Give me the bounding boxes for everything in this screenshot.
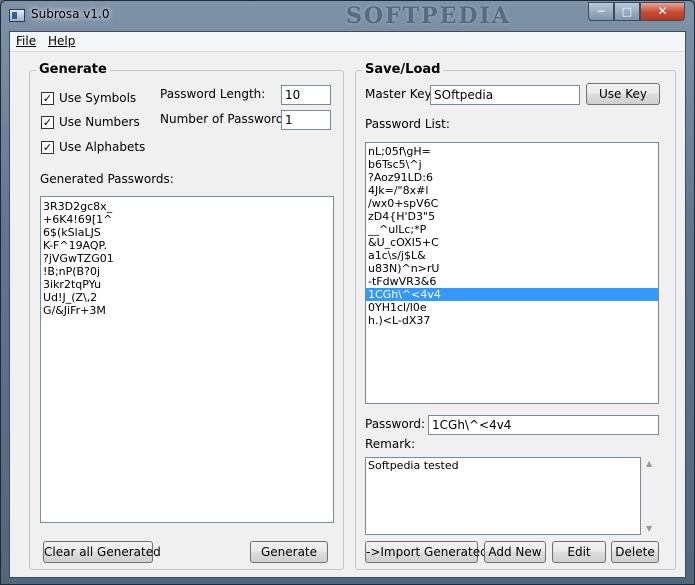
- import-generated-button[interactable]: ->Import Generated: [365, 541, 488, 563]
- list-item[interactable]: 3ikr2tqPYu: [41, 278, 333, 291]
- remark-label: Remark:: [365, 437, 416, 451]
- list-item[interactable]: __^ulLc;*P: [366, 223, 658, 236]
- clear-all-generated-button[interactable]: Clear all Generated: [43, 541, 161, 563]
- list-item[interactable]: !B;nP(B?0j: [41, 265, 333, 278]
- menu-bar: File Help: [10, 32, 685, 52]
- list-item[interactable]: Ud!J_(Z\,2: [41, 291, 333, 304]
- password-list-label: Password List:: [365, 117, 450, 131]
- password-list[interactable]: nL;05f\gH= b6Tsc5\^j ?Aoz91LD:6 4Jk=/"8x#l /…: [365, 142, 659, 404]
- list-item[interactable]: nL;05f\gH=: [366, 145, 658, 158]
- delete-button[interactable]: Delete: [611, 541, 659, 563]
- close-button[interactable]: ✕: [640, 2, 685, 21]
- password-length-input[interactable]: 10: [281, 85, 331, 105]
- check-icon: ✓: [42, 116, 53, 129]
- remark-scrollbar[interactable]: ▲ ▼: [642, 457, 659, 535]
- menu-file[interactable]: File: [16, 34, 36, 48]
- list-item[interactable]: ?jVGwTZG01: [41, 252, 333, 265]
- list-item[interactable]: 3R3D2gc8x_: [41, 200, 333, 213]
- maximize-icon: □: [621, 5, 633, 18]
- add-new-button[interactable]: Add New: [484, 541, 546, 563]
- edit-button[interactable]: Edit: [552, 541, 606, 563]
- menu-help-label: Help: [48, 34, 76, 48]
- list-item[interactable]: K-F^19AQP.: [41, 239, 333, 252]
- list-item[interactable]: &U_cOXI5+C: [366, 236, 658, 249]
- generate-group: Generate ✓ Use Symbols ✓ Use Numbers ✓ U…: [29, 62, 344, 570]
- generated-passwords-label: Generated Passwords:: [40, 172, 174, 186]
- list-item[interactable]: u83N)^n>rU: [366, 262, 658, 275]
- saveload-group: Save/Load Master Key: SOftpedia Use Key …: [355, 62, 676, 570]
- use-numbers-label: Use Numbers: [59, 115, 140, 129]
- list-item[interactable]: -tFdwVR3&6: [366, 275, 658, 288]
- close-icon: ✕: [657, 4, 668, 18]
- use-numbers-checkbox[interactable]: ✓: [41, 116, 54, 129]
- list-item[interactable]: a1c\s/j$L&: [366, 249, 658, 262]
- scroll-up-icon[interactable]: ▲: [646, 459, 652, 468]
- title-bar[interactable]: Subrosa v1.0 SOFTPEDIA ─ □ ✕: [1, 1, 694, 30]
- list-item[interactable]: zD4{H'D3"5: [366, 210, 658, 223]
- client-area: File Help Generate ✓ Use Symbols ✓ Use N…: [9, 31, 686, 578]
- list-item[interactable]: G/&JiFr+3M: [41, 304, 333, 317]
- number-of-passwords-input[interactable]: 1: [281, 110, 331, 130]
- maximize-button[interactable]: □: [614, 2, 640, 21]
- remark-textarea[interactable]: Softpedia tested: [365, 457, 641, 535]
- password-input[interactable]: 1CGh\^<4v4: [428, 415, 659, 435]
- list-item[interactable]: 4Jk=/"8x#l: [366, 184, 658, 197]
- use-symbols-label: Use Symbols: [59, 91, 137, 105]
- list-item[interactable]: h.)<L-dX37: [366, 314, 658, 327]
- softpedia-watermark: SOFTPEDIA: [346, 3, 511, 29]
- password-label: Password:: [365, 417, 426, 431]
- remark-text: Softpedia tested: [368, 459, 459, 472]
- check-icon: ✓: [42, 141, 53, 154]
- list-item[interactable]: b6Tsc5\^j: [366, 158, 658, 171]
- scroll-down-icon[interactable]: ▼: [646, 524, 652, 533]
- menu-help[interactable]: Help: [48, 34, 75, 48]
- use-symbols-checkbox[interactable]: ✓: [41, 92, 54, 105]
- app-window: Subrosa v1.0 SOFTPEDIA ─ □ ✕ File Help G…: [0, 0, 695, 585]
- app-icon: [9, 9, 25, 22]
- window-title: Subrosa v1.0: [31, 7, 110, 21]
- list-item[interactable]: ?Aoz91LD:6: [366, 171, 658, 184]
- list-item[interactable]: 1CGh\^<4v4: [366, 288, 658, 301]
- master-key-label: Master Key:: [365, 87, 435, 101]
- generate-title: Generate: [36, 62, 110, 77]
- use-alphabets-label: Use Alphabets: [59, 140, 146, 154]
- list-item[interactable]: 0YH1cl/l0e: [366, 301, 658, 314]
- menu-file-label: File: [16, 34, 37, 48]
- generate-button[interactable]: Generate: [250, 541, 328, 563]
- number-of-passwords-label: Number of Passwords:: [160, 112, 294, 126]
- password-length-label: Password Length:: [160, 87, 266, 101]
- list-item[interactable]: 6$(kSlaLJS: [41, 226, 333, 239]
- list-item[interactable]: +6K4!69[1^: [41, 213, 333, 226]
- generated-passwords-list[interactable]: 3R3D2gc8x_ +6K4!69[1^ 6$(kSlaLJS K-F^19AQP.…: [40, 196, 334, 523]
- minimize-button[interactable]: ─: [588, 2, 614, 21]
- minimize-icon: ─: [597, 5, 605, 18]
- saveload-title: Save/Load: [362, 62, 444, 77]
- use-key-button[interactable]: Use Key: [586, 83, 660, 105]
- use-alphabets-checkbox[interactable]: ✓: [41, 141, 54, 154]
- master-key-input[interactable]: SOftpedia: [430, 85, 580, 105]
- check-icon: ✓: [42, 92, 53, 105]
- list-item[interactable]: /wx0+spV6C: [366, 197, 658, 210]
